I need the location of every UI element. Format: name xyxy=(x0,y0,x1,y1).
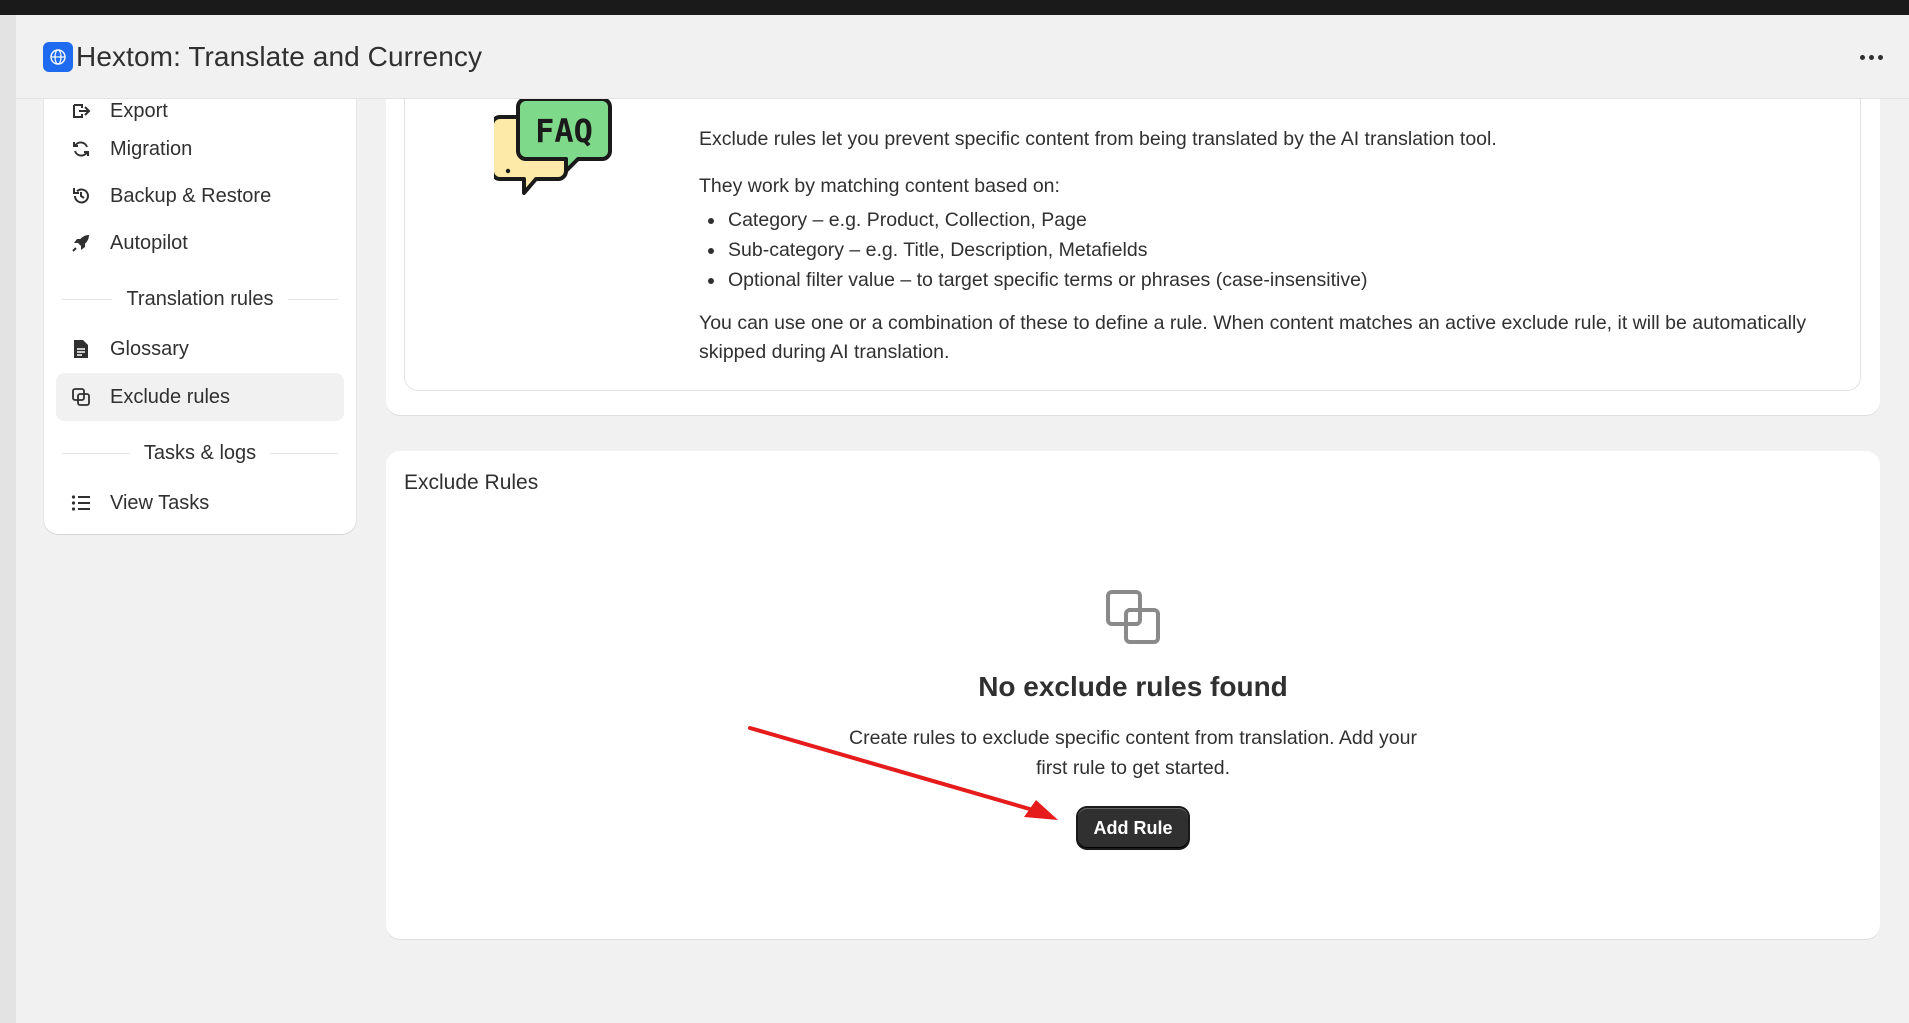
info-inner-card: FAQ Exclude rules let you prevent specif… xyxy=(404,97,1861,391)
list-icon xyxy=(70,492,92,514)
sidebar-item-label: Glossary xyxy=(110,337,189,360)
app-header: Hextom: Translate and Currency xyxy=(16,15,1909,99)
info-text: Exclude rules let you prevent specific c… xyxy=(699,125,1819,385)
export-icon xyxy=(70,100,92,122)
section-tasks-logs: Tasks & logs xyxy=(62,438,339,468)
sidebar-item-label: Migration xyxy=(110,137,193,160)
info-bullets: Category – e.g. Product, Collection, Pag… xyxy=(699,205,1819,295)
sidebar-item-label: Export xyxy=(110,99,168,122)
section-translation-rules: Translation rules xyxy=(62,284,339,314)
sidebar-item-backup-restore[interactable]: Backup & Restore xyxy=(56,172,344,220)
add-rule-button[interactable]: Add Rule xyxy=(1078,808,1188,848)
sidebar-nav: Export Migration Backup & Restore Autopi… xyxy=(44,99,356,534)
document-icon xyxy=(70,338,92,360)
empty-state-title: No exclude rules found xyxy=(978,671,1288,702)
exclude-icon xyxy=(1103,587,1163,647)
faq-art-text: FAQ xyxy=(535,112,593,150)
annotation-arrow-icon xyxy=(748,726,1058,820)
more-options-button[interactable] xyxy=(1853,39,1889,75)
info-bullet: Category – e.g. Product, Collection, Pag… xyxy=(726,205,1819,235)
sidebar-item-migration[interactable]: Migration xyxy=(56,125,344,173)
more-horizontal-icon xyxy=(1859,54,1865,60)
admin-side-strip xyxy=(0,15,16,1023)
rules-card-title: Exclude Rules xyxy=(404,471,539,494)
info-summary: You can use one or a combination of thes… xyxy=(699,312,1807,363)
globe-icon xyxy=(43,41,73,72)
info-bullet: Sub-category – e.g. Title, Description, … xyxy=(726,235,1819,265)
refresh-icon xyxy=(70,138,92,160)
section-label: Translation rules xyxy=(126,287,274,310)
info-intro: Exclude rules let you prevent specific c… xyxy=(699,128,1497,150)
exclude-icon xyxy=(70,386,92,408)
sidebar-item-view-tasks[interactable]: View Tasks xyxy=(56,479,344,527)
app-title: Hextom: Translate and Currency xyxy=(76,40,483,72)
rocket-icon xyxy=(70,232,92,254)
sidebar-item-glossary[interactable]: Glossary xyxy=(56,325,344,373)
sidebar-item-label: View Tasks xyxy=(110,491,210,514)
sidebar-item-exclude-rules[interactable]: Exclude rules xyxy=(56,373,344,421)
sidebar-item-label: Exclude rules xyxy=(110,385,231,408)
sidebar-item-autopilot[interactable]: Autopilot xyxy=(56,219,344,267)
sidebar-item-label: Backup & Restore xyxy=(110,184,272,207)
exclude-rules-card: Exclude Rules No exclude rules found Cre… xyxy=(386,451,1880,939)
exclude-rules-info-card: FAQ Exclude rules let you prevent specif… xyxy=(386,97,1880,415)
browser-top-bar xyxy=(0,0,1909,15)
faq-illustration: FAQ xyxy=(490,97,614,203)
sidebar-item-label: Autopilot xyxy=(110,231,188,254)
history-icon xyxy=(70,185,92,207)
info-bullet: Optional filter value – to target specif… xyxy=(726,265,1819,295)
section-label: Tasks & logs xyxy=(143,441,257,464)
info-matching: They work by matching content based on: xyxy=(699,175,1060,197)
